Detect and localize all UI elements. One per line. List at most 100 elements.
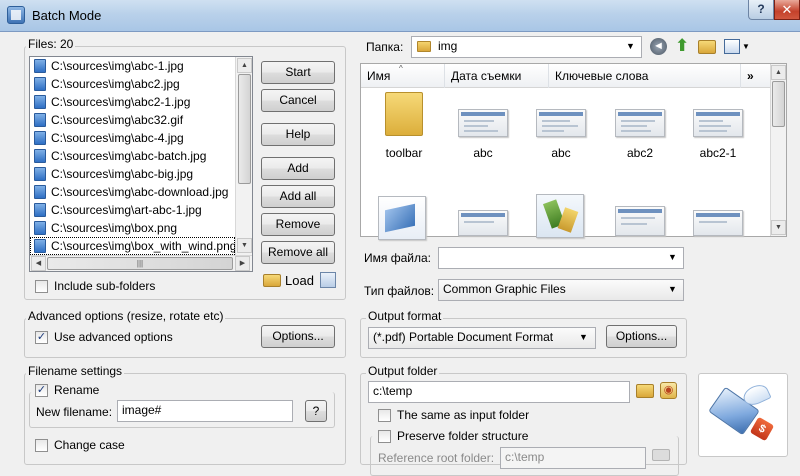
advanced-options-button[interactable]: Options... <box>261 325 335 348</box>
image-thumbnail[interactable] <box>693 109 743 137</box>
add-all-button[interactable]: Add all <box>261 185 335 208</box>
scroll-left-arrow-icon[interactable]: ◀ <box>31 256 46 271</box>
same-as-input-checkbox[interactable] <box>378 409 391 422</box>
image-thumbnail[interactable] <box>458 109 508 137</box>
add-button[interactable]: Add <box>261 157 335 180</box>
preserve-structure-label: Preserve folder structure <box>397 429 529 443</box>
thumb-label[interactable]: abc2 <box>605 146 675 160</box>
remove-button[interactable]: Remove <box>261 213 335 236</box>
hscroll-thumb[interactable]: ||| <box>47 257 233 270</box>
remove-all-button[interactable]: Remove all <box>261 241 335 264</box>
filename-help-button[interactable]: ? <box>305 400 327 422</box>
filetype-dropdown-arrow-icon[interactable]: ▼ <box>668 284 677 294</box>
image-thumbnail[interactable] <box>536 109 586 137</box>
scroll-right-arrow-icon[interactable]: ▶ <box>235 256 250 271</box>
thumb-label[interactable]: abc2-1 <box>683 146 753 160</box>
output-format-select[interactable]: (*.pdf) Portable Document Format <box>368 327 596 349</box>
file-list-item[interactable]: C:\sources\img\box_with_wind.png <box>30 237 235 255</box>
output-folder-input[interactable]: c:\temp <box>368 381 630 403</box>
new-filename-label: New filename: <box>36 405 113 419</box>
format-options-button[interactable]: Options... <box>606 325 677 348</box>
image-thumbnail[interactable] <box>536 194 584 238</box>
help-button[interactable]: Help <box>261 123 335 146</box>
back-icon[interactable]: ◄ <box>650 38 667 55</box>
close-button[interactable]: ✕ <box>774 0 800 20</box>
rename-checkbox[interactable] <box>35 384 48 397</box>
load-button[interactable]: Load <box>263 271 321 291</box>
image-file-icon <box>34 239 46 253</box>
filetype-value: Common Graphic Files <box>443 282 566 296</box>
file-list-item[interactable]: C:\sources\img\abc-batch.jpg <box>30 147 235 165</box>
browser-vscrollbar[interactable]: ▲ ▼ <box>770 64 786 236</box>
reference-root-input[interactable]: c:\temp <box>500 447 646 469</box>
title-help-button[interactable]: ? <box>748 0 774 20</box>
image-thumbnail[interactable] <box>615 206 665 236</box>
file-list-vscrollbar[interactable]: ▲ ▼ <box>235 57 252 255</box>
reference-root-value: c:\temp <box>505 450 545 464</box>
reference-browse-icon[interactable] <box>652 449 670 461</box>
file-list-item[interactable]: C:\sources\img\abc-download.jpg <box>30 183 235 201</box>
cancel-button[interactable]: Cancel <box>261 89 335 112</box>
filetype-select[interactable]: Common Graphic Files <box>438 279 684 301</box>
file-path: C:\sources\img\abc-4.jpg <box>51 131 184 145</box>
view-menu-icon[interactable] <box>724 39 740 54</box>
file-list-item[interactable]: C:\sources\img\abc-4.jpg <box>30 129 235 147</box>
thumb-label[interactable]: abc <box>526 146 596 160</box>
new-filename-value: image# <box>122 403 162 417</box>
image-thumbnail[interactable] <box>693 210 743 236</box>
browser-scroll-up-icon[interactable]: ▲ <box>771 65 786 80</box>
browser-scroll-thumb[interactable] <box>772 81 785 127</box>
file-list[interactable]: C:\sources\img\abc-1.jpg C:\sources\img\a… <box>29 56 253 272</box>
save-list-icon[interactable] <box>320 272 336 288</box>
change-case-checkbox[interactable] <box>35 439 48 452</box>
file-list-item[interactable]: C:\sources\img\art-abc-1.jpg <box>30 201 235 219</box>
file-list-item[interactable]: C:\sources\img\abc-big.jpg <box>30 165 235 183</box>
browse-folder-icon[interactable] <box>636 384 654 398</box>
folder-thumbnail-icon[interactable] <box>385 92 423 136</box>
column-name[interactable]: Имя <box>361 64 445 88</box>
scroll-thumb[interactable] <box>238 74 251 184</box>
file-list-item[interactable]: C:\sources\img\box.png <box>30 219 235 237</box>
output-folder-label: Output folder <box>366 364 440 378</box>
preserve-structure-checkbox[interactable] <box>378 430 391 443</box>
column-keywords[interactable]: Ключевые слова <box>549 64 741 88</box>
file-list-hscrollbar[interactable]: ◀ ||| ▶ <box>30 255 252 271</box>
file-list-item[interactable]: C:\sources\img\abc32.gif <box>30 111 235 129</box>
file-path: C:\sources\img\art-abc-1.jpg <box>51 203 202 217</box>
filename-settings-label: Filename settings <box>26 364 125 378</box>
output-folder-value: c:\temp <box>373 384 413 398</box>
scroll-down-arrow-icon[interactable]: ▼ <box>237 238 252 253</box>
more-columns-icon[interactable]: » <box>741 64 770 88</box>
folder-dropdown-arrow-icon[interactable]: ▼ <box>626 41 635 51</box>
file-browser-pane[interactable]: Имя ^ Дата съемки Ключевые слова » ▲ ▼ t… <box>360 63 787 240</box>
image-thumbnail[interactable] <box>378 196 426 240</box>
column-date[interactable]: Дата съемки <box>445 64 549 88</box>
new-folder-icon[interactable] <box>698 40 716 54</box>
image-thumbnail[interactable] <box>615 109 665 137</box>
open-output-folder-icon[interactable]: ◉ <box>660 382 677 399</box>
image-thumbnail[interactable] <box>458 210 508 236</box>
use-advanced-checkbox[interactable] <box>35 331 48 344</box>
file-path: C:\sources\img\abc-big.jpg <box>51 167 194 181</box>
include-subfolders-checkbox[interactable] <box>35 280 48 293</box>
filename-label: Имя файла: <box>364 251 431 265</box>
file-list-item[interactable]: C:\sources\img\abc2-1.jpg <box>30 93 235 111</box>
filename-dropdown-arrow-icon[interactable]: ▼ <box>668 252 677 262</box>
view-dropdown-arrow-icon[interactable]: ▼ <box>742 42 750 51</box>
logo-tag-icon: $ <box>749 416 775 442</box>
browser-scroll-down-icon[interactable]: ▼ <box>771 220 786 235</box>
thumb-label[interactable]: toolbar <box>369 146 439 160</box>
file-path: C:\sources\img\abc2.jpg <box>51 77 180 91</box>
new-filename-input[interactable]: image# <box>117 400 293 422</box>
file-path: C:\sources\img\box_with_wind.png <box>51 239 235 253</box>
scroll-up-arrow-icon[interactable]: ▲ <box>237 58 252 73</box>
start-button[interactable]: Start <box>261 61 335 84</box>
up-folder-icon[interactable]: ⬆ <box>675 37 691 55</box>
folder-combo[interactable]: img <box>411 36 642 58</box>
folder-icon <box>417 41 431 52</box>
file-list-item[interactable]: C:\sources\img\abc-1.jpg <box>30 57 235 75</box>
output-format-dropdown-arrow-icon[interactable]: ▼ <box>579 332 588 342</box>
filename-input[interactable] <box>438 247 684 269</box>
file-list-item[interactable]: C:\sources\img\abc2.jpg <box>30 75 235 93</box>
thumb-label[interactable]: abc <box>448 146 518 160</box>
